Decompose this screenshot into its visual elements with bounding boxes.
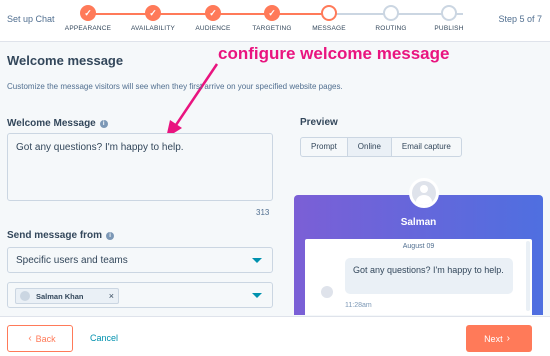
welcome-message-label: Welcome Message i: [7, 118, 108, 129]
step-label: APPEARANCE: [64, 25, 112, 32]
next-button[interactable]: Next ›: [466, 325, 532, 352]
current-step-dot: [321, 5, 337, 21]
tab-prompt[interactable]: Prompt: [301, 138, 348, 156]
send-from-label-text: Send message from: [7, 230, 103, 241]
annotation-arrow-icon: [166, 63, 219, 138]
info-icon[interactable]: i: [99, 120, 108, 128]
step-routing[interactable]: ROUTING: [361, 5, 421, 32]
step-label: AUDIENCE: [195, 25, 231, 32]
send-from-label: Send message from i: [7, 230, 115, 241]
check-icon: ✓: [205, 5, 221, 21]
send-from-select[interactable]: Specific users and teams: [7, 247, 273, 273]
chat-time: 11:28am: [345, 302, 372, 309]
annotation-text: configure welcome message: [218, 44, 450, 63]
back-button[interactable]: ‹ Back: [7, 325, 73, 352]
avatar: [321, 286, 333, 298]
chevron-left-icon: ‹: [28, 333, 32, 344]
step-label: MESSAGE: [312, 25, 346, 32]
footer: ‹ Back Cancel Next ›: [0, 316, 550, 356]
cancel-link[interactable]: Cancel: [90, 333, 118, 343]
user-icon: [412, 181, 436, 205]
tab-online[interactable]: Online: [347, 138, 392, 156]
welcome-message-label-text: Welcome Message: [7, 118, 96, 129]
page-description: Customize the message visitors will see …: [7, 82, 343, 91]
pending-step-dot: [441, 5, 457, 21]
agent-name: Salman: [400, 217, 437, 228]
character-count: 313: [256, 208, 270, 217]
step-label: ROUTING: [375, 25, 407, 32]
info-icon[interactable]: i: [106, 232, 115, 240]
chat-date: August 09: [402, 243, 435, 250]
users-select[interactable]: Salman Khan ×: [7, 282, 273, 308]
welcome-message-textarea[interactable]: Got any questions? I'm happy to help.: [7, 133, 273, 201]
back-button-label: Back: [35, 333, 56, 344]
progress-stepper: ✓ APPEARANCE ✓ AVAILABILITY ✓ AUDIENCE ✓…: [65, 5, 463, 39]
step-label: PUBLISH: [434, 25, 464, 32]
tab-email-capture[interactable]: Email capture: [392, 138, 461, 156]
preview-label: Preview: [300, 117, 338, 128]
chat-widget-preview: Salman August 09 Got any questions? I'm …: [294, 195, 543, 315]
close-icon[interactable]: ×: [109, 291, 114, 301]
step-audience[interactable]: ✓ AUDIENCE: [183, 5, 243, 32]
next-button-label: Next: [484, 333, 503, 344]
chat-area: August 09 Got any questions? I'm happy t…: [305, 239, 532, 315]
chevron-down-icon: [252, 258, 262, 263]
step-message[interactable]: MESSAGE: [299, 5, 359, 32]
send-from-selected-value: Specific users and teams: [16, 255, 128, 266]
avatar: [20, 291, 30, 301]
check-icon: ✓: [264, 5, 280, 21]
step-publish[interactable]: PUBLISH: [419, 5, 479, 32]
chat-bubble: Got any questions? I'm happy to help.: [345, 258, 513, 294]
step-label: AVAILABILITY: [130, 25, 176, 32]
preview-tabs: Prompt Online Email capture: [300, 137, 462, 157]
chevron-down-icon: [252, 293, 262, 298]
check-icon: ✓: [80, 5, 96, 21]
user-chip-name: Salman Khan: [36, 291, 84, 301]
step-appearance[interactable]: ✓ APPEARANCE: [58, 5, 118, 32]
agent-avatar: [409, 178, 439, 208]
scrollbar[interactable]: [526, 241, 530, 311]
user-chip: Salman Khan ×: [15, 288, 119, 304]
pending-step-dot: [383, 5, 399, 21]
setup-title: Set up Chat: [7, 14, 55, 24]
chevron-right-icon: ›: [506, 333, 510, 344]
check-icon: ✓: [145, 5, 161, 21]
step-availability[interactable]: ✓ AVAILABILITY: [123, 5, 183, 32]
page-title: Welcome message: [7, 53, 124, 68]
wizard-header: Set up Chat ✓ APPEARANCE ✓ AVAILABILITY …: [0, 0, 550, 42]
step-targeting[interactable]: ✓ TARGETING: [242, 5, 302, 32]
step-count: Step 5 of 7: [498, 14, 542, 24]
step-label: TARGETING: [252, 25, 292, 32]
